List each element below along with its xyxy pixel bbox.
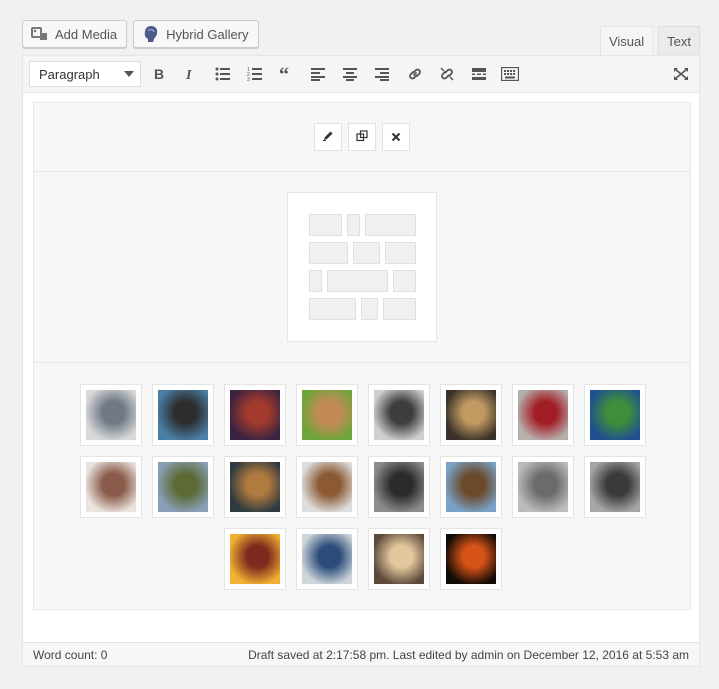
duplicate-button[interactable] — [348, 123, 376, 151]
editor-toolbar: Paragraph B I 1 2 3 “ — [23, 56, 699, 93]
gallery-thumbnail[interactable] — [440, 384, 502, 446]
media-buttons: Add Media Hybrid Gallery — [22, 20, 259, 48]
placeholder-tile — [361, 298, 378, 320]
placeholder-tile — [327, 270, 388, 292]
thumbnail-image — [230, 390, 280, 440]
placeholder-tile — [309, 214, 342, 236]
add-media-icon — [31, 26, 49, 42]
align-right-icon[interactable] — [372, 64, 392, 84]
placeholder-tile — [309, 298, 356, 320]
gallery-thumbnail[interactable] — [368, 456, 430, 518]
thumbnail-image — [446, 390, 496, 440]
status-bar: Word count: 0 Draft saved at 2:17:58 pm.… — [23, 642, 699, 666]
placeholder-tile — [393, 270, 416, 292]
thumbnail-image — [518, 462, 568, 512]
placeholder-tile — [385, 242, 416, 264]
thumbnail-image — [302, 390, 352, 440]
hybrid-gallery-button[interactable]: Hybrid Gallery — [133, 20, 259, 48]
thumbnail-image — [590, 462, 640, 512]
placeholder-tile — [383, 298, 416, 320]
svg-text:B: B — [154, 67, 164, 81]
gallery-thumbnail[interactable] — [368, 528, 430, 590]
thumbnail-image — [590, 390, 640, 440]
fullscreen-icon[interactable] — [671, 64, 691, 84]
gallery-thumbnail[interactable] — [440, 456, 502, 518]
gallery-thumbnail[interactable] — [224, 528, 286, 590]
placeholder-tile — [309, 242, 348, 264]
thumbnail-image — [518, 390, 568, 440]
insert-link-icon[interactable] — [405, 64, 425, 84]
gallery-thumbnail[interactable] — [224, 456, 286, 518]
format-select[interactable]: Paragraph — [29, 61, 141, 87]
svg-text:I: I — [185, 68, 192, 81]
toolbar-toggle-icon[interactable] — [500, 64, 520, 84]
thumbnail-image — [230, 462, 280, 512]
gallery-block[interactable] — [33, 102, 691, 610]
gallery-thumbnail[interactable] — [584, 456, 646, 518]
gallery-thumbnail[interactable] — [512, 384, 574, 446]
editor: Paragraph B I 1 2 3 “ Word count: 0 Draf… — [22, 55, 700, 667]
thumbnail-image — [374, 390, 424, 440]
thumbnail-image — [374, 462, 424, 512]
read-more-icon[interactable] — [469, 64, 489, 84]
thumbnail-image — [86, 462, 136, 512]
edit-button[interactable] — [314, 123, 342, 151]
edit-icon — [322, 130, 334, 145]
block-actions — [34, 123, 690, 151]
editor-content[interactable] — [23, 94, 699, 642]
thumbnail-image — [230, 534, 280, 584]
thumbnail-image — [158, 462, 208, 512]
svg-text:“: “ — [279, 67, 289, 81]
gallery-thumbnail[interactable] — [296, 384, 358, 446]
delete-icon — [391, 130, 401, 145]
thumbnail-image — [446, 534, 496, 584]
thumbnail-image — [86, 390, 136, 440]
gallery-layout-placeholder — [287, 192, 437, 342]
chevron-down-icon — [124, 71, 134, 77]
draft-status: Draft saved at 2:17:58 pm. Last edited b… — [248, 647, 689, 662]
gallery-thumbnail[interactable] — [296, 528, 358, 590]
format-select-value: Paragraph — [39, 66, 100, 82]
gallery-thumbnail[interactable] — [512, 456, 574, 518]
duplicate-icon — [356, 129, 368, 145]
thumbnail-image — [158, 390, 208, 440]
divider — [34, 362, 690, 363]
numbered-list-icon[interactable]: 1 2 3 — [245, 64, 265, 84]
thumbnail-image — [374, 534, 424, 584]
tab-visual[interactable]: Visual — [599, 26, 654, 56]
align-center-icon[interactable] — [340, 64, 360, 84]
add-media-label: Add Media — [55, 26, 118, 42]
bulleted-list-icon[interactable] — [213, 64, 233, 84]
gallery-thumbnail[interactable] — [80, 384, 142, 446]
bold-icon[interactable]: B — [149, 64, 169, 84]
svg-text:3: 3 — [247, 77, 250, 81]
tab-text[interactable]: Text — [658, 26, 700, 55]
placeholder-tile — [365, 214, 416, 236]
delete-button[interactable] — [382, 123, 410, 151]
thumbnail-image — [302, 462, 352, 512]
placeholder-tile — [353, 242, 380, 264]
hybrid-gallery-icon — [142, 25, 160, 43]
gallery-thumbnail[interactable] — [440, 528, 502, 590]
italic-icon[interactable]: I — [180, 64, 200, 84]
remove-link-icon[interactable] — [437, 64, 457, 84]
blockquote-icon[interactable]: “ — [277, 64, 297, 84]
gallery-thumbnail[interactable] — [152, 384, 214, 446]
thumbnail-image — [446, 462, 496, 512]
word-count: Word count: 0 — [33, 647, 108, 662]
gallery-thumbnail[interactable] — [296, 456, 358, 518]
hybrid-gallery-label: Hybrid Gallery — [166, 26, 249, 42]
gallery-thumbnail[interactable] — [224, 384, 286, 446]
divider — [34, 171, 690, 172]
placeholder-tile — [347, 214, 360, 236]
align-left-icon[interactable] — [308, 64, 328, 84]
add-media-button[interactable]: Add Media — [22, 20, 128, 48]
placeholder-tile — [309, 270, 322, 292]
gallery-thumbnail[interactable] — [80, 456, 142, 518]
editor-mode-tabs: Visual Text — [599, 26, 700, 56]
gallery-thumbnail[interactable] — [152, 456, 214, 518]
gallery-thumbnail[interactable] — [584, 384, 646, 446]
gallery-thumbnail[interactable] — [368, 384, 430, 446]
thumbnail-image — [302, 534, 352, 584]
